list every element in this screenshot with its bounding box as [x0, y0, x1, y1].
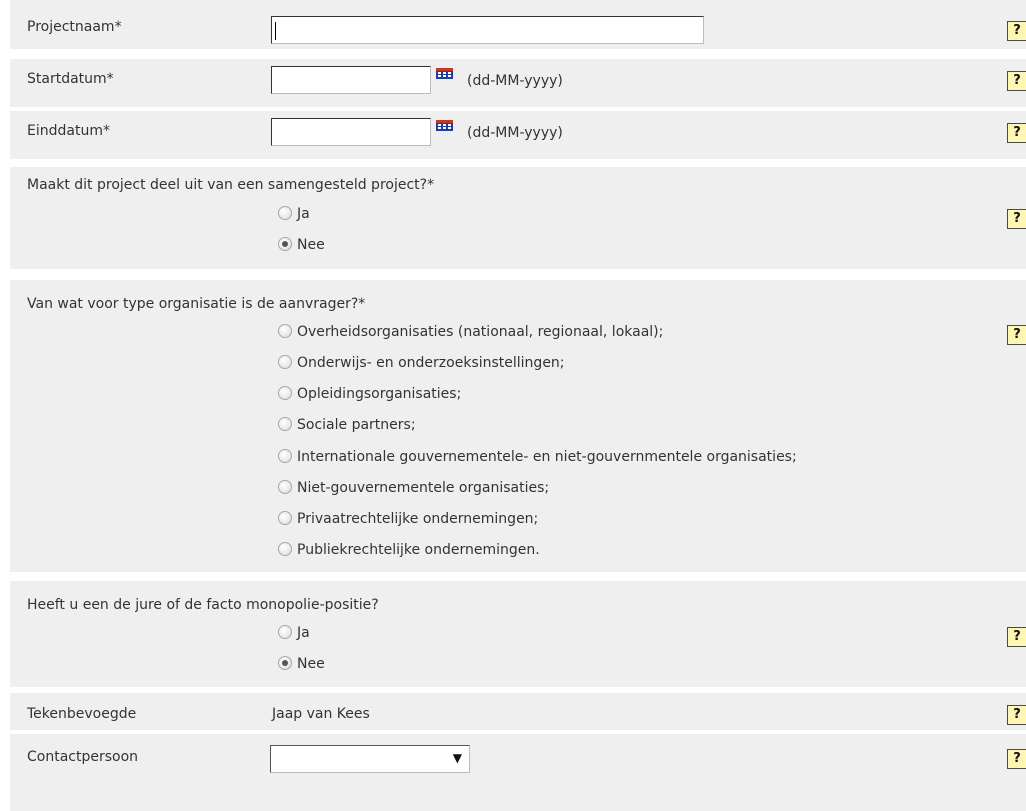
projectnaam-label: Projectnaam*: [27, 19, 122, 35]
chevron-down-icon[interactable]: ▼: [453, 751, 462, 765]
radio-label: Publiekrechtelijke ondernemingen.: [297, 542, 540, 558]
radio-option-organisatie[interactable]: Niet-gouvernementele organisaties;: [278, 479, 550, 500]
calendar-icon[interactable]: [436, 68, 453, 79]
radio-label: Overheidsorganisaties (nationaal, region…: [297, 324, 664, 340]
radio-label: Privaatrechtelijke ondernemingen;: [297, 511, 539, 527]
radio-option-organisatie[interactable]: Sociale partners;: [278, 416, 416, 437]
help-icon[interactable]: ?: [1007, 123, 1026, 143]
radio-label: Opleidingsorganisaties;: [297, 386, 462, 402]
radio-option-ja[interactable]: Ja: [278, 205, 310, 226]
row-tekenbevoegde: Tekenbevoegde Jaap van Kees ?: [10, 693, 1026, 730]
radio-button[interactable]: [278, 510, 292, 525]
samengesteld-question: Maakt dit project deel uit van een samen…: [27, 177, 435, 193]
row-startdatum: Startdatum* (dd-MM-yyyy) ?: [10, 59, 1026, 107]
radio-option-organisatie[interactable]: Opleidingsorganisaties;: [278, 385, 462, 406]
help-icon[interactable]: ?: [1007, 325, 1026, 345]
tekenbevoegde-label: Tekenbevoegde: [27, 706, 137, 722]
contactpersoon-select[interactable]: ▼: [270, 745, 470, 773]
radio-option-organisatie[interactable]: Internationale gouvernementele- en niet-…: [278, 448, 797, 469]
radio-label: Internationale gouvernementele- en niet-…: [297, 449, 797, 465]
help-icon[interactable]: ?: [1007, 209, 1026, 229]
radio-button-selected[interactable]: [278, 655, 292, 670]
radio-label: Sociale partners;: [297, 417, 416, 433]
radio-option-organisatie[interactable]: Privaatrechtelijke ondernemingen;: [278, 510, 539, 531]
contactpersoon-label: Contactpersoon: [27, 749, 139, 765]
organisatie-question: Van wat voor type organisatie is de aanv…: [27, 296, 366, 312]
radio-button[interactable]: [278, 448, 292, 463]
einddatum-input[interactable]: [271, 118, 431, 146]
help-icon[interactable]: ?: [1007, 21, 1026, 41]
radio-option-ja[interactable]: Ja: [278, 624, 310, 645]
startdatum-label: Startdatum*: [27, 71, 114, 87]
projectnaam-input[interactable]: [271, 16, 704, 44]
radio-button[interactable]: [278, 416, 292, 431]
startdatum-format-hint: (dd-MM-yyyy): [467, 73, 563, 89]
row-organisatie: Van wat voor type organisatie is de aanv…: [10, 280, 1026, 572]
radio-option-organisatie[interactable]: Publiekrechtelijke ondernemingen.: [278, 541, 540, 562]
radio-label: Niet-gouvernementele organisaties;: [297, 480, 550, 496]
radio-option-organisatie[interactable]: Overheidsorganisaties (nationaal, region…: [278, 323, 664, 344]
einddatum-label: Einddatum*: [27, 123, 110, 139]
radio-label: Ja: [297, 206, 310, 222]
radio-button[interactable]: [278, 205, 292, 220]
radio-label: Nee: [297, 237, 325, 253]
radio-button[interactable]: [278, 479, 292, 494]
radio-button[interactable]: [278, 354, 292, 369]
radio-label: Nee: [297, 656, 325, 672]
tekenbevoegde-value: Jaap van Kees: [272, 706, 370, 722]
help-icon[interactable]: ?: [1007, 749, 1026, 769]
radio-option-nee[interactable]: Nee: [278, 236, 325, 257]
radio-option-organisatie[interactable]: Onderwijs- en onderzoeksinstellingen;: [278, 354, 565, 375]
startdatum-input[interactable]: [271, 66, 431, 94]
row-contactpersoon: Contactpersoon ▼ ?: [10, 734, 1026, 811]
radio-button[interactable]: [278, 385, 292, 400]
einddatum-format-hint: (dd-MM-yyyy): [467, 125, 563, 141]
project-form: Projectnaam* ? Startdatum* (dd-MM-yyyy) …: [0, 0, 1026, 811]
monopolie-question: Heeft u een de jure of de facto monopoli…: [27, 597, 379, 613]
row-projectnaam: Projectnaam* ?: [10, 0, 1026, 49]
help-icon[interactable]: ?: [1007, 705, 1026, 725]
row-einddatum: Einddatum* (dd-MM-yyyy) ?: [10, 111, 1026, 159]
radio-option-nee[interactable]: Nee: [278, 655, 325, 676]
radio-button[interactable]: [278, 541, 292, 556]
text-caret: [275, 22, 276, 40]
calendar-icon[interactable]: [436, 120, 453, 131]
row-samengesteld: Maakt dit project deel uit van een samen…: [10, 167, 1026, 269]
radio-button[interactable]: [278, 323, 292, 338]
radio-label: Ja: [297, 625, 310, 641]
row-monopolie: Heeft u een de jure of de facto monopoli…: [10, 581, 1026, 687]
radio-button[interactable]: [278, 624, 292, 639]
radio-label: Onderwijs- en onderzoeksinstellingen;: [297, 355, 565, 371]
help-icon[interactable]: ?: [1007, 627, 1026, 647]
radio-button-selected[interactable]: [278, 236, 292, 251]
help-icon[interactable]: ?: [1007, 71, 1026, 91]
